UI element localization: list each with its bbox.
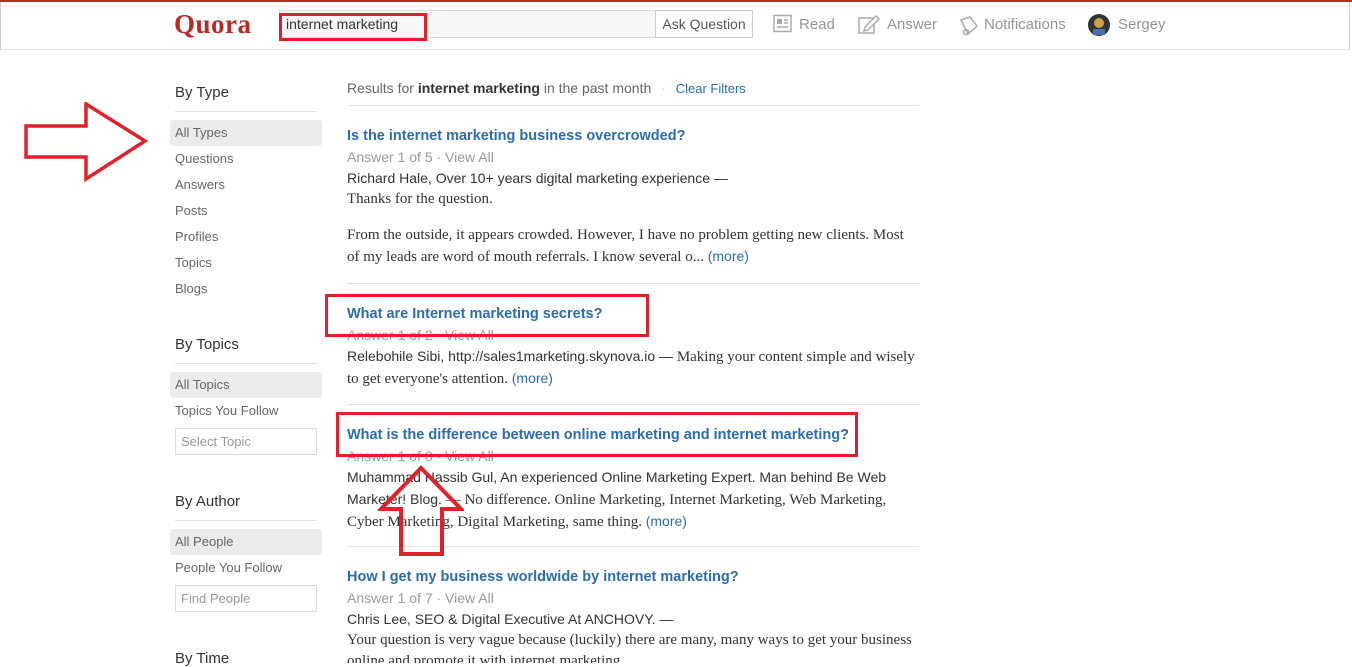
by-time-heading: By Time bbox=[175, 650, 230, 667]
divider bbox=[175, 363, 317, 364]
result-1-body-text: From the outside, it appears crowded. Ho… bbox=[347, 227, 904, 265]
separator-dot: · bbox=[661, 80, 666, 96]
result-1-more-link[interactable]: (more) bbox=[708, 248, 749, 264]
results-prefix: Results for bbox=[347, 80, 414, 96]
nav-user-profile[interactable]: Sergey bbox=[1088, 13, 1168, 37]
annotation-arrow-up-icon bbox=[378, 465, 464, 556]
divider bbox=[347, 283, 919, 284]
filter-topics[interactable]: Topics bbox=[170, 250, 322, 276]
find-people-input[interactable]: Find People bbox=[175, 585, 317, 612]
filter-all-types[interactable]: All Types bbox=[170, 120, 322, 146]
divider bbox=[175, 111, 317, 112]
annotation-box-result-3 bbox=[336, 412, 858, 457]
annotation-box-search bbox=[279, 13, 427, 41]
filter-all-people[interactable]: All People bbox=[170, 529, 322, 555]
notification-bell-icon bbox=[959, 16, 979, 36]
pencil-icon bbox=[858, 14, 880, 34]
by-type-heading: By Type bbox=[175, 84, 229, 101]
read-icon bbox=[773, 14, 792, 33]
select-topic-input[interactable]: Select Topic bbox=[175, 428, 317, 455]
filter-questions[interactable]: Questions bbox=[170, 146, 322, 172]
nav-answer-label: Answer bbox=[887, 16, 938, 33]
result-1-body: From the outside, it appears crowded. Ho… bbox=[347, 225, 917, 268]
result-4-meta[interactable]: Answer 1 of 7 · View All bbox=[347, 590, 494, 606]
filter-answers[interactable]: Answers bbox=[170, 172, 322, 198]
result-1-meta[interactable]: Answer 1 of 5 · View All bbox=[347, 149, 494, 165]
results-summary: Results for internet marketing in the pa… bbox=[347, 80, 746, 96]
filter-blogs[interactable]: Blogs bbox=[170, 276, 322, 302]
ask-question-button[interactable]: Ask Question bbox=[655, 10, 753, 38]
divider bbox=[347, 404, 919, 405]
result-1-title-link[interactable]: Is the internet marketing business overc… bbox=[347, 128, 685, 144]
results-query: internet marketing bbox=[417, 80, 540, 96]
result-1-body-line1: Thanks for the question. bbox=[347, 191, 493, 207]
result-3-more-link[interactable]: (more) bbox=[646, 513, 687, 529]
clear-filters-link[interactable]: Clear Filters bbox=[676, 81, 746, 96]
by-author-heading: By Author bbox=[175, 493, 241, 510]
filter-all-topics[interactable]: All Topics bbox=[170, 372, 322, 398]
filter-posts[interactable]: Posts bbox=[170, 198, 322, 224]
filter-topics-you-follow[interactable]: Topics You Follow bbox=[170, 398, 322, 424]
filter-profiles[interactable]: Profiles bbox=[170, 224, 322, 250]
filter-people-you-follow[interactable]: People You Follow bbox=[170, 555, 322, 581]
annotation-arrow-right-icon bbox=[24, 102, 148, 182]
result-2-more-link[interactable]: (more) bbox=[512, 370, 553, 386]
result-2-body: Relebohile Sibi, http://sales1marketing.… bbox=[347, 346, 917, 390]
nav-answer[interactable]: Answer bbox=[858, 13, 943, 37]
nav-read[interactable]: Read bbox=[773, 13, 843, 37]
result-4-body: Your question is very vague because (luc… bbox=[347, 632, 912, 663]
result-2-author[interactable]: Relebohile Sibi, http://sales1marketing.… bbox=[347, 348, 673, 364]
divider bbox=[175, 520, 317, 521]
annotation-box-result-2 bbox=[325, 294, 649, 337]
results-suffix: in the past month bbox=[543, 80, 652, 96]
nav-notifications-label: Notifications bbox=[984, 16, 1066, 33]
avatar bbox=[1088, 14, 1110, 36]
quora-logo[interactable]: Quora bbox=[174, 9, 252, 40]
divider bbox=[347, 105, 919, 106]
by-topics-heading: By Topics bbox=[175, 336, 239, 353]
nav-read-label: Read bbox=[799, 16, 835, 33]
result-1-author[interactable]: Richard Hale, Over 10+ years digital mar… bbox=[347, 170, 728, 186]
result-4-title-link[interactable]: How I get my business worldwide by inter… bbox=[347, 569, 739, 585]
nav-notifications[interactable]: Notifications bbox=[958, 13, 1068, 37]
nav-user-name: Sergey bbox=[1118, 16, 1166, 33]
result-4-author[interactable]: Chris Lee, SEO & Digital Executive At AN… bbox=[347, 611, 674, 627]
